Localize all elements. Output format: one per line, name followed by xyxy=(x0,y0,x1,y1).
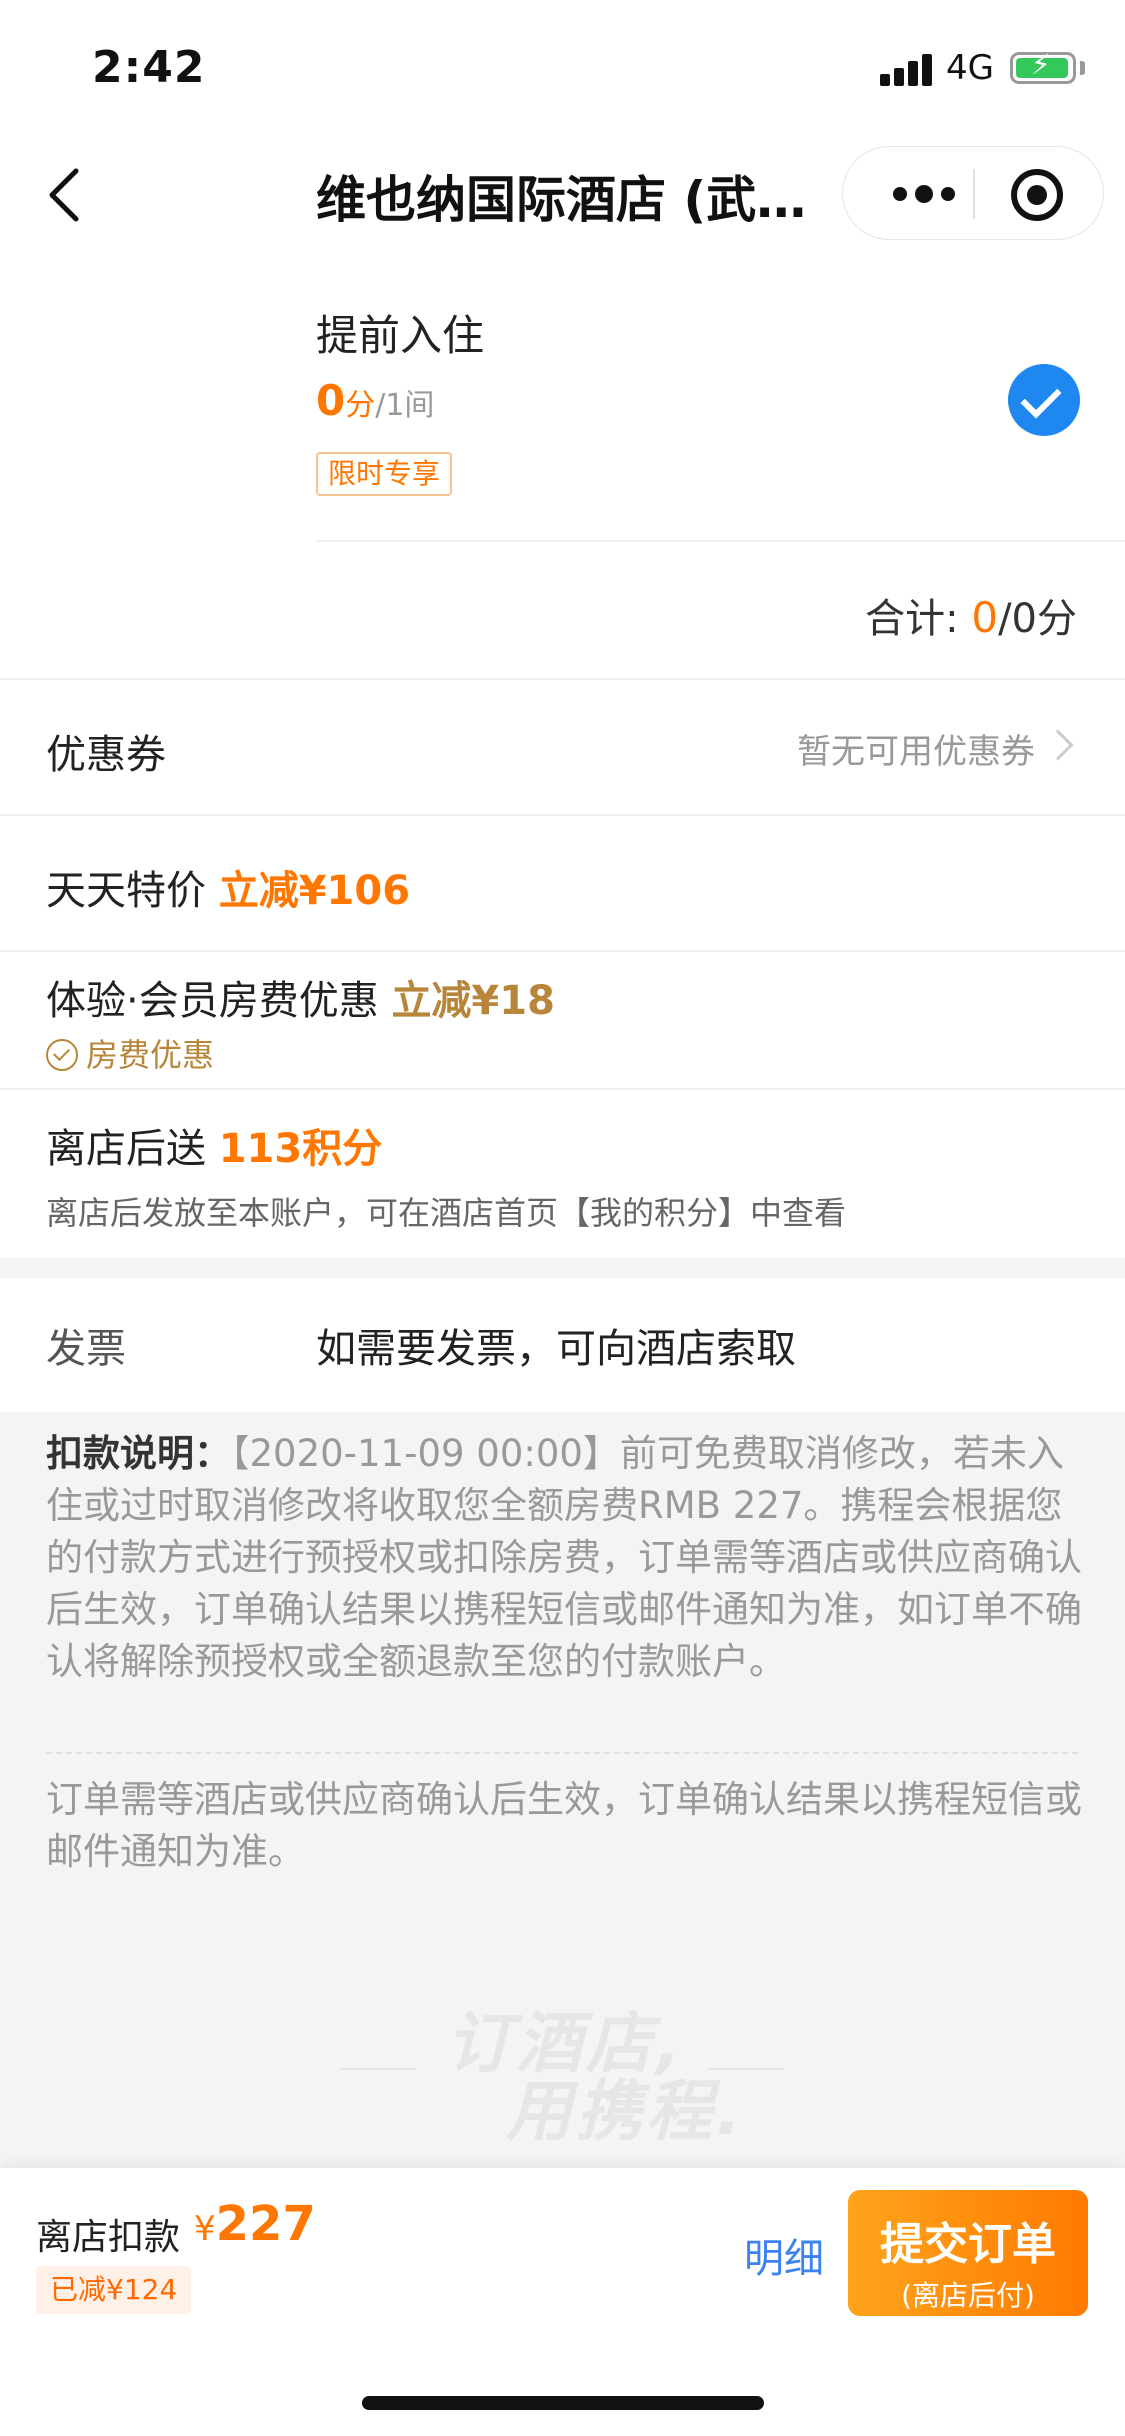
submit-sublabel: (离店后付) xyxy=(901,2279,1035,2312)
divider xyxy=(0,950,1125,952)
price-per: /1间 xyxy=(375,388,435,423)
more-dots-icon[interactable] xyxy=(873,147,973,241)
deduction-policy: 扣款说明：【2020-11-09 00:00】前可免费取消修改，若未入住或过时取… xyxy=(46,1428,1086,1688)
points-label: 离店后送 xyxy=(46,1126,206,1172)
chevron-left-icon[interactable] xyxy=(40,165,90,225)
submit-order-button[interactable]: 提交订单 (离店后付) xyxy=(848,2190,1088,2316)
limited-tag: 限时专享 xyxy=(316,452,453,496)
coupon-label: 优惠券 xyxy=(46,732,166,778)
daily-special-row: 天天特价 立减¥106 xyxy=(46,858,410,916)
member-discount: 立减¥18 xyxy=(391,978,555,1024)
submit-label: 提交订单 xyxy=(880,2219,1056,2270)
home-indicator xyxy=(362,2396,764,2410)
invoice-label: 发票 xyxy=(46,1326,126,1372)
member-label: 体验·会员房费优惠 xyxy=(46,978,379,1024)
divider xyxy=(0,1088,1125,1090)
target-close-icon[interactable] xyxy=(1011,169,1063,221)
check-circle-icon xyxy=(46,1039,78,1071)
watermark-line2: 用携程. xyxy=(506,2073,746,2150)
signal-icon xyxy=(880,52,936,86)
battery-icon: ⚡ xyxy=(1010,51,1076,84)
early-checkin-title: 提前入住 xyxy=(316,311,485,360)
status-time: 2:42 xyxy=(92,42,206,93)
capsule-divider xyxy=(973,169,975,219)
section-gap xyxy=(0,1258,1125,1278)
points-row: 离店后送 113积分 xyxy=(46,1116,382,1174)
points-value: 113积分 xyxy=(218,1126,383,1172)
pay-label: 离店扣款 xyxy=(36,2217,181,2258)
member-row: 体验·会员房费优惠 立减¥18 xyxy=(46,968,555,1026)
divider xyxy=(0,678,1125,680)
total-summary: 合计: 0/0分 xyxy=(865,586,1077,644)
divider xyxy=(0,814,1125,816)
ctrip-watermark: 订酒店, 用携程. xyxy=(340,1990,790,2150)
confirm-note: 订单需等酒店或供应商确认后生效，订单确认结果以携程短信或邮件通知为准。 xyxy=(46,1778,1082,1873)
member-tag: 房费优惠 xyxy=(46,1030,214,1076)
page-title: 维也纳国际酒店 (武… xyxy=(316,171,807,229)
amount: 227 xyxy=(215,2196,316,2252)
invoice-value: 如需要发票，可向酒店索取 xyxy=(316,1326,796,1372)
network-type: 4G xyxy=(946,48,994,88)
battery-tip xyxy=(1080,61,1085,75)
chevron-right-icon xyxy=(1042,729,1074,761)
detail-link[interactable]: 明细 xyxy=(744,2226,824,2284)
price-value: 0 xyxy=(316,376,346,425)
price-unit: 分 xyxy=(345,388,376,423)
mini-program-capsule xyxy=(842,146,1104,240)
dashed-divider xyxy=(46,1752,1078,1754)
reduced-tag: 已减¥124 xyxy=(36,2266,192,2314)
early-checkin-price: 0分/1间 xyxy=(316,376,434,425)
total-unit: /0分 xyxy=(998,596,1077,642)
divider xyxy=(316,540,1125,542)
status-bar: 2:42 4G ⚡ xyxy=(0,0,1125,130)
daily-special-label: 天天特价 xyxy=(46,868,206,914)
total-label: 合计: xyxy=(865,596,959,642)
daily-special-discount: 立减¥106 xyxy=(218,868,411,914)
points-note: 离店后发放至本账户，可在酒店首页【我的积分】中查看 xyxy=(46,1194,847,1232)
currency: ¥ xyxy=(194,2209,216,2249)
total-value: 0 xyxy=(971,593,999,642)
coupon-value: 暂无可用优惠券 xyxy=(797,732,1035,772)
pay-amount: ¥227 xyxy=(194,2196,316,2252)
member-tag-label: 房费优惠 xyxy=(86,1036,215,1074)
deduction-label: 扣款说明： xyxy=(46,1432,231,1475)
checked-icon[interactable] xyxy=(1008,364,1080,436)
